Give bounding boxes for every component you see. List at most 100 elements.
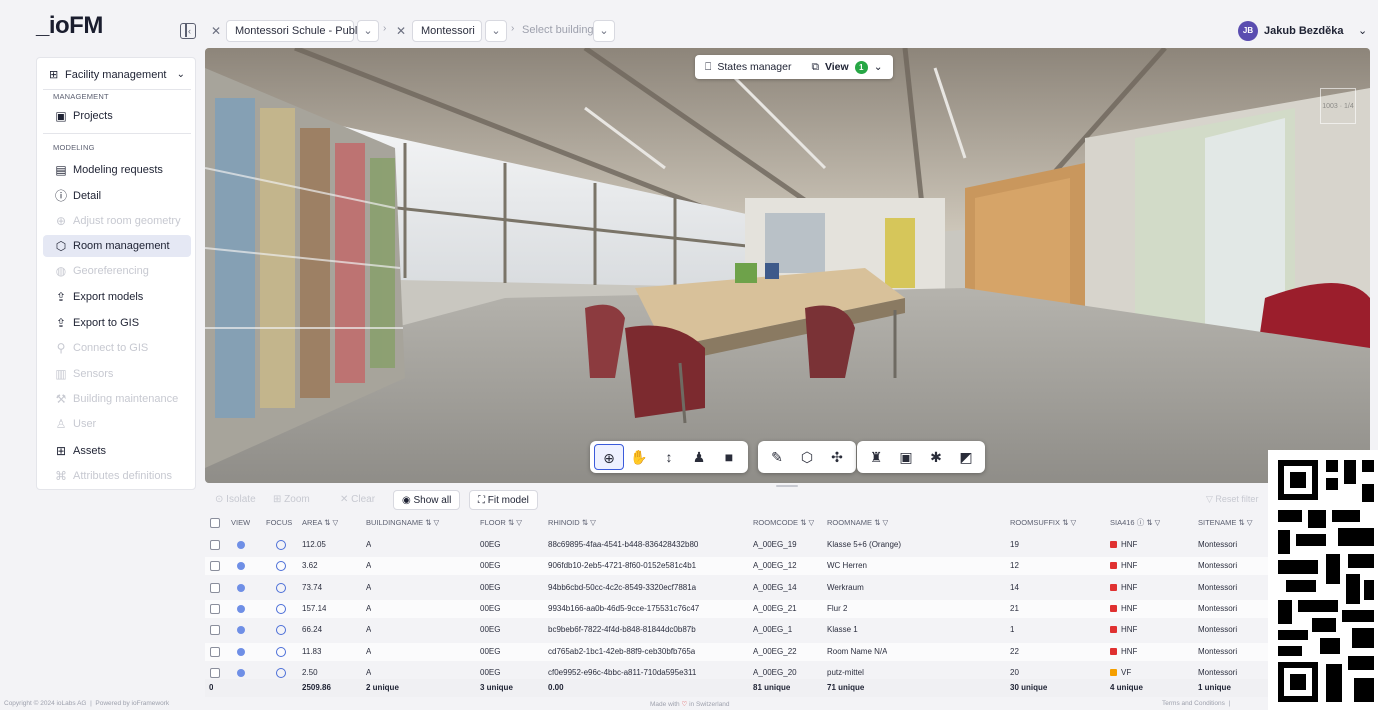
cell-suffix: 19 bbox=[1010, 540, 1019, 549]
properties-icon[interactable]: ▣ bbox=[891, 444, 921, 470]
explode-icon[interactable]: ✣ bbox=[822, 444, 852, 470]
column-header-focus[interactable]: FOCUS bbox=[266, 514, 292, 532]
site-dropdown-chevron-icon[interactable]: ⌄ bbox=[485, 20, 507, 42]
sidebar-item-detail[interactable]: ⓘ Detail bbox=[43, 185, 191, 207]
visibility-dot-icon[interactable] bbox=[237, 604, 245, 613]
cell-roomcode: A_00EG_12 bbox=[753, 561, 797, 571]
visibility-dot-icon[interactable] bbox=[237, 647, 245, 656]
focus-target-icon[interactable] bbox=[276, 561, 286, 572]
focus-target-icon[interactable] bbox=[276, 646, 286, 657]
fit-model-button[interactable]: ⛶ Fit model bbox=[469, 490, 538, 510]
sidebar-item-georeferencing[interactable]: ◍ Georeferencing bbox=[43, 260, 191, 282]
divider bbox=[43, 89, 191, 90]
module-select[interactable]: ⊞ Facility management ⌄ bbox=[43, 64, 191, 86]
cell-building: A bbox=[366, 582, 372, 592]
column-header-sitename[interactable]: SITENAME ⇅ ▽ bbox=[1198, 514, 1253, 532]
column-header-buildingname[interactable]: BUILDINGNAME ⇅ ▽ bbox=[366, 514, 439, 532]
fullscreen-icon[interactable]: ◩ bbox=[951, 444, 981, 470]
visibility-dot-icon[interactable] bbox=[237, 668, 245, 677]
column-header-area[interactable]: AREA ⇅ ▽ bbox=[302, 514, 338, 532]
clear-site-icon[interactable]: ✕ bbox=[392, 22, 410, 40]
hierarchy-icon[interactable]: ♜ bbox=[861, 444, 891, 470]
row-checkbox[interactable] bbox=[210, 646, 220, 657]
project-select[interactable]: Montessori Schule - Public bbox=[226, 20, 365, 42]
user-name[interactable]: Jakub Bezděka bbox=[1264, 25, 1343, 37]
sidebar-item-projects[interactable]: ▣ Projects bbox=[43, 105, 191, 127]
show-all-button[interactable]: ◉ Show all bbox=[393, 490, 461, 510]
row-checkbox[interactable] bbox=[210, 603, 220, 614]
column-header-roomname[interactable]: ROOMNAME ⇅ ▽ bbox=[827, 514, 888, 532]
sidebar-item-adjust-room-geometry[interactable]: ⊕ Adjust room geometry bbox=[43, 210, 191, 232]
site-select[interactable]: Montessori bbox=[412, 20, 482, 42]
sidebar-item-room-management[interactable]: ⬡ Room management bbox=[43, 235, 191, 257]
row-checkbox[interactable] bbox=[210, 667, 220, 678]
sidebar-item-export-to-gis[interactable]: ⇪ Export to GIS bbox=[43, 312, 191, 334]
settings-gear-icon[interactable]: ✱ bbox=[921, 444, 951, 470]
collapse-sidebar-icon[interactable]: ‹ bbox=[180, 23, 196, 39]
measure-pencil-icon[interactable]: ✎ bbox=[762, 444, 792, 470]
sidebar-item-building-maintenance[interactable]: ⚒ Building maintenance bbox=[43, 388, 191, 410]
footer-terms-link[interactable]: Terms and Conditions | bbox=[1162, 700, 1230, 710]
vertical-move-icon[interactable]: ↕ bbox=[654, 444, 684, 470]
row-checkbox[interactable] bbox=[210, 561, 220, 572]
focus-target-icon[interactable] bbox=[276, 625, 286, 636]
clear-project-icon[interactable]: ✕ bbox=[207, 22, 225, 40]
visibility-dot-icon[interactable] bbox=[237, 541, 245, 549]
camera-icon[interactable]: ■ bbox=[714, 444, 744, 470]
visibility-dot-icon[interactable] bbox=[237, 562, 245, 571]
column-header-sia416[interactable]: SIA416 ⓘ ⇅ ▽ bbox=[1110, 514, 1160, 532]
view-cube-icon[interactable]: 1003 · 1/4 bbox=[1320, 88, 1356, 124]
visibility-dot-icon[interactable] bbox=[237, 583, 245, 592]
upload-icon: ⇪ bbox=[55, 316, 67, 330]
footer-copyright: Copyright © 2024 ioLabs AG | Powered by … bbox=[4, 700, 170, 707]
table-row[interactable]: 3.62 A 00EG 906fdb10-2eb5-4721-8f60-0152e58… bbox=[205, 557, 1305, 576]
building-select[interactable]: Select building bbox=[514, 20, 594, 42]
project-dropdown-chevron-icon[interactable]: ⌄ bbox=[357, 20, 379, 42]
sidebar-item-export-models[interactable]: ⇪ Export models bbox=[43, 286, 191, 308]
3d-viewer[interactable]: ⎕ States manager ⧉ View 1 ⌄ 1003 · 1/4 ⊕… bbox=[205, 48, 1370, 483]
table-row[interactable]: 112.05 A 00EG 88c69895-4faa-4541-b448-83642… bbox=[205, 536, 1305, 554]
user-menu-chevron-icon[interactable]: ⌄ bbox=[1358, 24, 1367, 37]
states-manager-button[interactable]: States manager bbox=[717, 61, 791, 73]
sidebar-item-sensors[interactable]: ▥ Sensors bbox=[43, 363, 191, 385]
row-checkbox[interactable] bbox=[210, 540, 220, 550]
table-row[interactable]: 66.24 A 00EG bc9beb6f-7822-4f4d-b848-81844d… bbox=[205, 621, 1305, 639]
user-avatar[interactable]: JB bbox=[1238, 21, 1258, 41]
zoom-button[interactable]: ⊞ Zoom bbox=[273, 490, 310, 510]
row-checkbox[interactable] bbox=[210, 582, 220, 593]
sidebar-item-assets[interactable]: ⊞ Assets bbox=[43, 440, 191, 462]
column-header-view[interactable]: VIEW bbox=[231, 514, 250, 532]
column-header-floor[interactable]: FLOOR ⇅ ▽ bbox=[480, 514, 522, 532]
focus-target-icon[interactable] bbox=[276, 540, 286, 550]
select-all-checkbox[interactable] bbox=[210, 518, 220, 528]
cell-rhinoid: 9934b166-aa0b-46d5-9cce-175531c76c47 bbox=[548, 603, 700, 613]
focus-target-icon[interactable] bbox=[276, 582, 286, 593]
reset-filter-button[interactable]: ▽ Reset filter bbox=[1206, 494, 1258, 505]
sidebar-item-attributes-definitions[interactable]: ⌘ Attributes definitions bbox=[43, 465, 191, 487]
column-header-rhinoid[interactable]: RHINOID ⇅ ▽ bbox=[548, 514, 596, 532]
resize-handle[interactable] bbox=[776, 485, 798, 487]
bookmark-icon: ⎕ bbox=[705, 60, 712, 73]
table-row[interactable]: 11.83 A 00EG cd765ab2-1bc1-42eb-88f9-ceb30b… bbox=[205, 642, 1305, 661]
clear-button[interactable]: ✕ Clear bbox=[340, 490, 375, 510]
section-cube-icon[interactable]: ⬡ bbox=[792, 444, 822, 470]
focus-target-icon[interactable] bbox=[276, 603, 286, 614]
table-row[interactable]: 73.74 A 00EG 94bb6cbd-50cc-4c2c-8549-3320ec… bbox=[205, 579, 1305, 597]
building-dropdown-chevron-icon[interactable]: ⌄ bbox=[593, 20, 615, 42]
table-row[interactable]: 157.14 A 00EG 9934b166-aa0b-46d5-9cce-17553… bbox=[205, 599, 1305, 618]
orbit-tool-icon[interactable]: ⊕ bbox=[594, 444, 624, 470]
isolate-button[interactable]: ⊙ Isolate bbox=[215, 490, 256, 510]
pan-hand-icon[interactable]: ✋ bbox=[624, 444, 654, 470]
visibility-dot-icon[interactable] bbox=[237, 626, 245, 635]
focus-target-icon[interactable] bbox=[276, 667, 286, 678]
app-logo[interactable]: _ioFM bbox=[36, 12, 103, 40]
chevron-down-icon[interactable]: ⌄ bbox=[874, 61, 883, 73]
row-checkbox[interactable] bbox=[210, 625, 220, 636]
sidebar-item-user[interactable]: ♙ User bbox=[43, 413, 191, 435]
column-header-roomcode[interactable]: ROOMCODE ⇅ ▽ bbox=[753, 514, 814, 532]
sidebar-item-connect-to-gis[interactable]: ⚲ Connect to GIS bbox=[43, 337, 191, 359]
view-menu-button[interactable]: View bbox=[825, 61, 849, 73]
column-header-roomsuffix[interactable]: ROOMSUFFIX ⇅ ▽ bbox=[1010, 514, 1076, 532]
walk-person-icon[interactable]: ♟ bbox=[684, 444, 714, 470]
sidebar-item-modeling-requests[interactable]: ▤ Modeling requests bbox=[43, 159, 191, 181]
